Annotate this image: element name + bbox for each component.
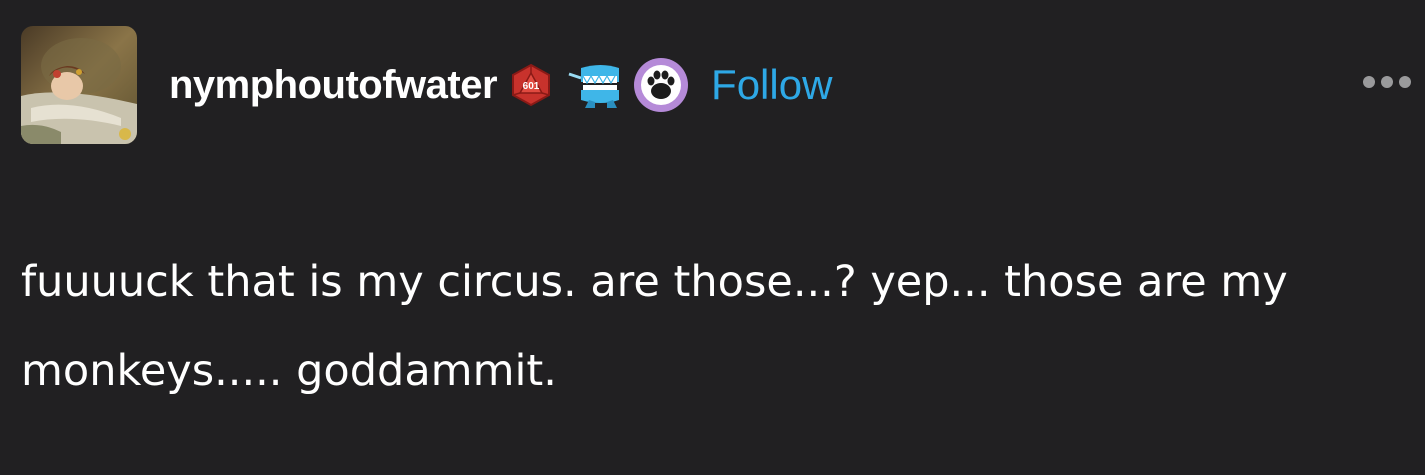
more-dot xyxy=(1399,76,1411,88)
tumblr-post: nymphoutofwater 601 Follow fuuuuck that … xyxy=(0,0,1425,475)
username-link[interactable]: nymphoutofwater xyxy=(169,63,498,108)
painting-avatar-icon xyxy=(21,26,137,144)
paw-print-icon[interactable] xyxy=(633,57,689,113)
more-options-icon[interactable] xyxy=(1363,76,1411,88)
follow-button[interactable]: Follow xyxy=(711,61,832,109)
more-dot xyxy=(1363,76,1375,88)
post-text: fuuuuck that is my circus. are those...?… xyxy=(21,257,1288,396)
post-header: nymphoutofwater 601 Follow xyxy=(21,25,832,145)
d20-dice-icon[interactable]: 601 xyxy=(509,63,553,107)
avatar[interactable] xyxy=(21,26,137,144)
wind-up-teeth-icon[interactable] xyxy=(567,60,623,110)
d20-dice-label: 601 xyxy=(523,81,540,92)
more-dot xyxy=(1381,76,1393,88)
